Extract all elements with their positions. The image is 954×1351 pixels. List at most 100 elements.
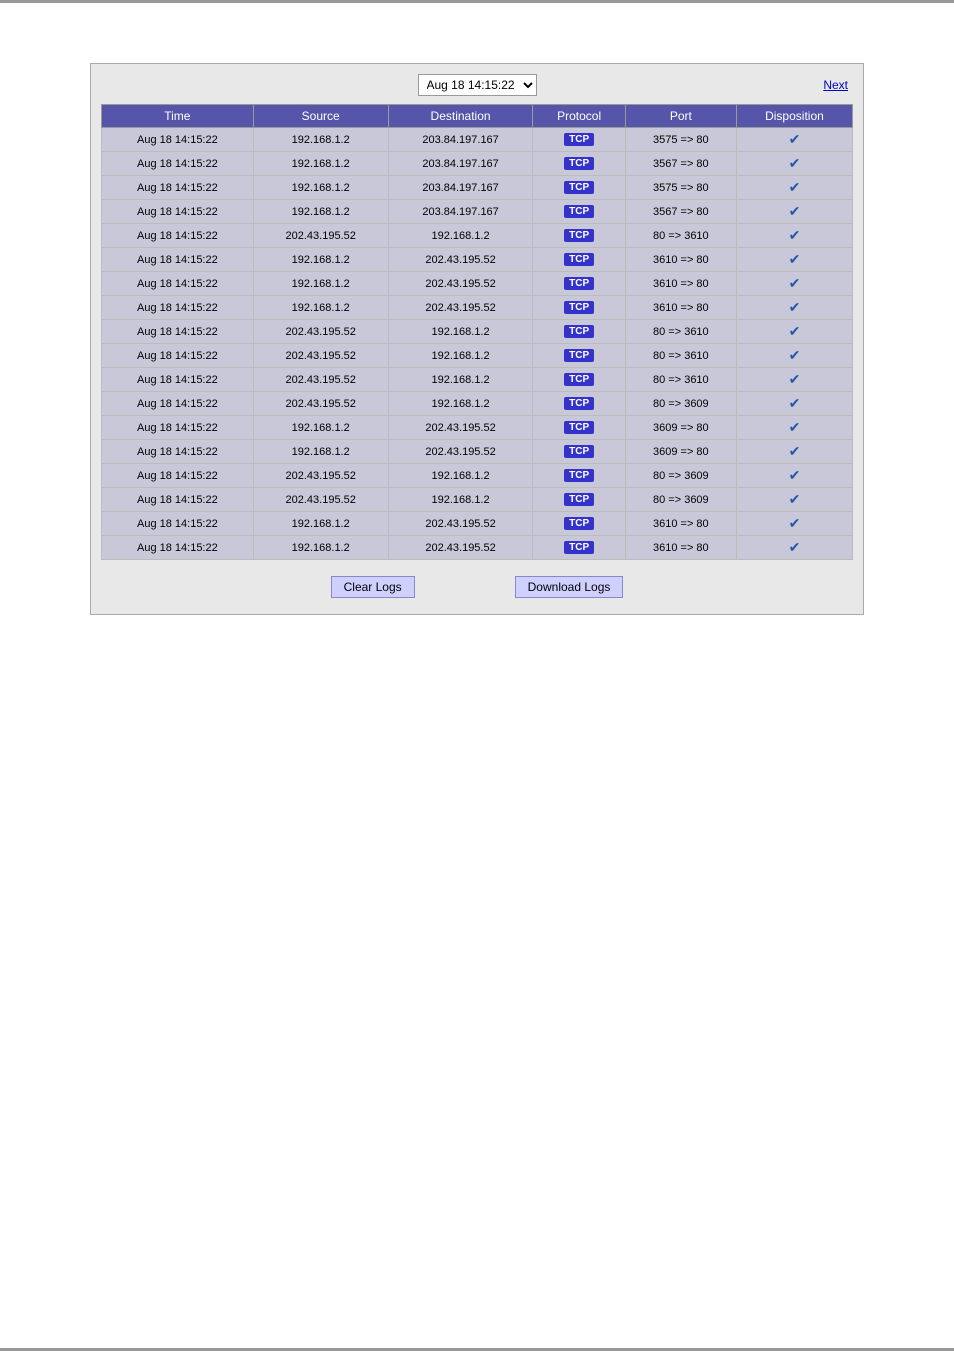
checkmark-icon: ✔ bbox=[789, 299, 801, 315]
cell-source: 192.168.1.2 bbox=[253, 512, 388, 536]
cell-time: Aug 18 14:15:22 bbox=[102, 224, 254, 248]
table-row: Aug 18 14:15:22202.43.195.52192.168.1.2 T… bbox=[102, 224, 853, 248]
cell-time: Aug 18 14:15:22 bbox=[102, 488, 254, 512]
page-wrapper: Aug 18 14:15:22 Next Time Source Destina… bbox=[0, 0, 954, 1351]
checkmark-icon: ✔ bbox=[789, 515, 801, 531]
cell-disposition: ✔ bbox=[736, 464, 852, 488]
checkmark-icon: ✔ bbox=[789, 275, 801, 291]
cell-port: 3610 => 80 bbox=[625, 248, 736, 272]
tcp-badge: TCP bbox=[564, 373, 594, 386]
tcp-badge: TCP bbox=[564, 229, 594, 242]
cell-disposition: ✔ bbox=[736, 392, 852, 416]
table-row: Aug 18 14:15:22192.168.1.2203.84.197.167… bbox=[102, 176, 853, 200]
cell-port: 80 => 3610 bbox=[625, 224, 736, 248]
checkmark-icon: ✔ bbox=[789, 347, 801, 363]
cell-destination: 192.168.1.2 bbox=[388, 488, 533, 512]
cell-time: Aug 18 14:15:22 bbox=[102, 152, 254, 176]
cell-destination: 203.84.197.167 bbox=[388, 128, 533, 152]
cell-protocol: TCP bbox=[533, 344, 625, 368]
next-link[interactable]: Next bbox=[823, 78, 848, 92]
col-protocol: Protocol bbox=[533, 105, 625, 128]
cell-time: Aug 18 14:15:22 bbox=[102, 296, 254, 320]
cell-port: 3610 => 80 bbox=[625, 512, 736, 536]
log-table: Time Source Destination Protocol Port Di… bbox=[101, 104, 853, 560]
cell-disposition: ✔ bbox=[736, 512, 852, 536]
clear-logs-button[interactable]: Clear Logs bbox=[331, 576, 415, 598]
cell-port: 80 => 3610 bbox=[625, 344, 736, 368]
table-row: Aug 18 14:15:22202.43.195.52192.168.1.2T… bbox=[102, 368, 853, 392]
cell-port: 3567 => 80 bbox=[625, 200, 736, 224]
cell-time: Aug 18 14:15:22 bbox=[102, 320, 254, 344]
tcp-badge: TCP bbox=[564, 397, 594, 410]
cell-destination: 192.168.1.2 bbox=[388, 224, 533, 248]
table-row: Aug 18 14:15:22202.43.195.52192.168.1.2T… bbox=[102, 320, 853, 344]
cell-source: 192.168.1.2 bbox=[253, 536, 388, 560]
cell-source: 202.43.195.52 bbox=[253, 224, 388, 248]
footer-row: Clear Logs Download Logs bbox=[101, 570, 853, 604]
cell-port: 80 => 3609 bbox=[625, 464, 736, 488]
cell-time: Aug 18 14:15:22 bbox=[102, 464, 254, 488]
cell-disposition: ✔ bbox=[736, 224, 852, 248]
checkmark-icon: ✔ bbox=[789, 203, 801, 219]
col-disposition: Disposition bbox=[736, 105, 852, 128]
cell-protocol: TCP bbox=[533, 296, 625, 320]
tcp-badge: TCP bbox=[564, 205, 594, 218]
tcp-badge: TCP bbox=[564, 181, 594, 194]
cell-source: 192.168.1.2 bbox=[253, 296, 388, 320]
cell-protocol: TCP bbox=[533, 536, 625, 560]
download-logs-button[interactable]: Download Logs bbox=[515, 576, 624, 598]
cell-time: Aug 18 14:15:22 bbox=[102, 512, 254, 536]
cell-protocol: TCP bbox=[533, 152, 625, 176]
cell-protocol: TCP bbox=[533, 248, 625, 272]
table-row: Aug 18 14:15:22192.168.1.2202.43.195.52T… bbox=[102, 248, 853, 272]
cell-source: 202.43.195.52 bbox=[253, 368, 388, 392]
cell-protocol: TCP bbox=[533, 320, 625, 344]
cell-disposition: ✔ bbox=[736, 248, 852, 272]
checkmark-icon: ✔ bbox=[789, 227, 801, 243]
cell-disposition: ✔ bbox=[736, 176, 852, 200]
cell-protocol: TCP bbox=[533, 392, 625, 416]
cell-protocol: TCP bbox=[533, 440, 625, 464]
table-row: Aug 18 14:15:22192.168.1.2202.43.195.52T… bbox=[102, 536, 853, 560]
datetime-select[interactable]: Aug 18 14:15:22 bbox=[418, 74, 537, 96]
checkmark-icon: ✔ bbox=[789, 179, 801, 195]
cell-protocol: TCP bbox=[533, 128, 625, 152]
cell-disposition: ✔ bbox=[736, 416, 852, 440]
tcp-badge: TCP bbox=[564, 157, 594, 170]
cell-destination: 202.43.195.52 bbox=[388, 440, 533, 464]
tcp-badge: TCP bbox=[564, 445, 594, 458]
checkmark-icon: ✔ bbox=[789, 323, 801, 339]
col-destination: Destination bbox=[388, 105, 533, 128]
cell-protocol: TCP bbox=[533, 416, 625, 440]
col-port: Port bbox=[625, 105, 736, 128]
cell-disposition: ✔ bbox=[736, 152, 852, 176]
cell-time: Aug 18 14:15:22 bbox=[102, 248, 254, 272]
tcp-badge: TCP bbox=[564, 541, 594, 554]
cell-port: 80 => 3609 bbox=[625, 488, 736, 512]
tcp-badge: TCP bbox=[564, 421, 594, 434]
cell-disposition: ✔ bbox=[736, 440, 852, 464]
cell-port: 3610 => 80 bbox=[625, 272, 736, 296]
cell-disposition: ✔ bbox=[736, 200, 852, 224]
cell-destination: 203.84.197.167 bbox=[388, 176, 533, 200]
cell-protocol: TCP bbox=[533, 176, 625, 200]
cell-port: 3610 => 80 bbox=[625, 536, 736, 560]
cell-protocol: TCP bbox=[533, 272, 625, 296]
cell-port: 80 => 3609 bbox=[625, 392, 736, 416]
checkmark-icon: ✔ bbox=[789, 395, 801, 411]
cell-protocol: TCP bbox=[533, 200, 625, 224]
cell-destination: 202.43.195.52 bbox=[388, 248, 533, 272]
cell-disposition: ✔ bbox=[736, 320, 852, 344]
cell-disposition: ✔ bbox=[736, 128, 852, 152]
col-time: Time bbox=[102, 105, 254, 128]
log-container: Aug 18 14:15:22 Next Time Source Destina… bbox=[90, 63, 864, 615]
cell-source: 202.43.195.52 bbox=[253, 488, 388, 512]
cell-destination: 202.43.195.52 bbox=[388, 296, 533, 320]
cell-source: 202.43.195.52 bbox=[253, 320, 388, 344]
cell-destination: 203.84.197.167 bbox=[388, 200, 533, 224]
cell-port: 3567 => 80 bbox=[625, 152, 736, 176]
cell-time: Aug 18 14:15:22 bbox=[102, 416, 254, 440]
cell-port: 80 => 3610 bbox=[625, 320, 736, 344]
table-row: Aug 18 14:15:22192.168.1.2203.84.197.167… bbox=[102, 200, 853, 224]
cell-source: 192.168.1.2 bbox=[253, 248, 388, 272]
